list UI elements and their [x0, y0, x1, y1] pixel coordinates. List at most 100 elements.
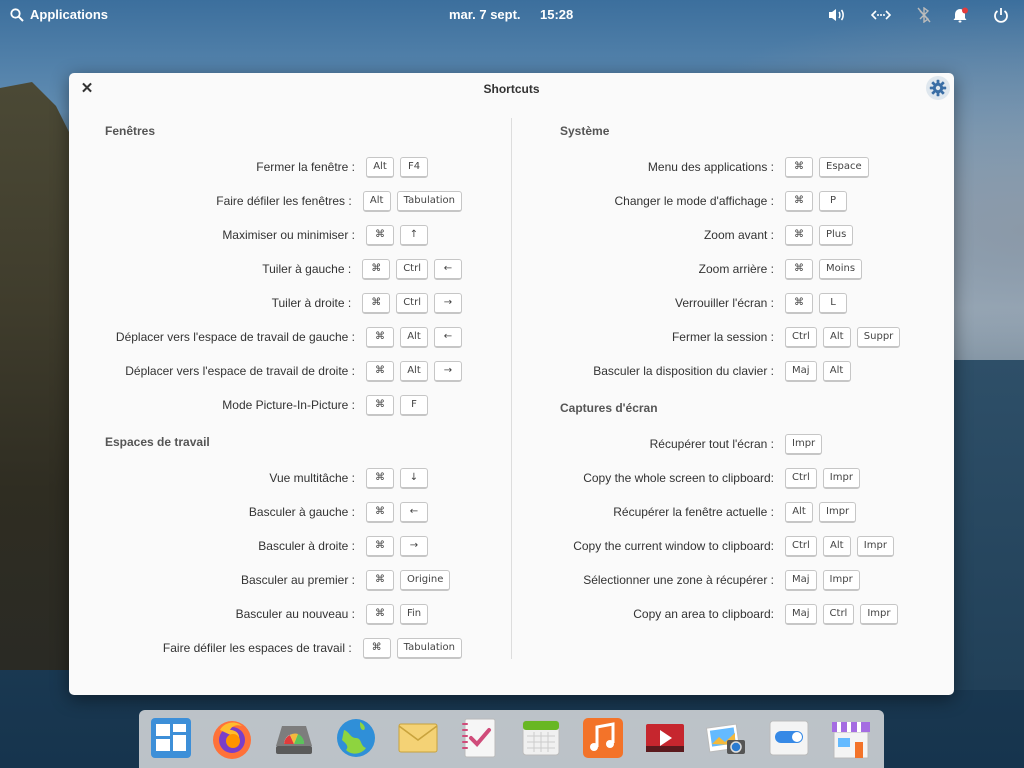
shortcut-label: Verrouiller l'écran : [675, 296, 774, 310]
key-cap: Impr [856, 535, 894, 557]
photos-icon[interactable] [705, 716, 749, 760]
videos-icon[interactable] [643, 716, 687, 760]
key-cap: ⌘ [785, 190, 813, 212]
shortcut-row: Menu des applications : ⌘ Espace [69, 155, 929, 179]
disk-usage-icon[interactable] [272, 716, 316, 760]
top-panel: Applications mar. 7 sept. 15:28 [0, 0, 1024, 30]
key-cap: ⌘ [366, 394, 394, 416]
settings-button[interactable] [926, 76, 950, 100]
shortcut-keys: Ctrl Alt Suppr [785, 326, 901, 348]
applications-label: Applications [30, 7, 109, 22]
key-cap: Impr [822, 569, 860, 591]
key-cap: Impr [785, 433, 823, 455]
key-cap: Alt [822, 326, 851, 348]
shortcut-row: Verrouiller l'écran : ⌘ L [69, 291, 929, 315]
shortcut-keys: ⌘ P [785, 190, 847, 212]
shortcut-row: Basculer la disposition du clavier : Maj A… [69, 359, 929, 383]
panel-time[interactable]: 15:28 [540, 7, 573, 22]
titlebar[interactable]: ✕ Shortcuts [69, 73, 954, 105]
shortcut-keys: Maj Impr [785, 569, 860, 591]
shortcut-row: Récupérer la fenêtre actuelle : Alt Impr [69, 500, 929, 524]
shortcut-row: Copy the current window to clipboard: Ctr… [69, 534, 929, 558]
applications-menu-button[interactable]: Applications [10, 7, 108, 22]
shortcut-label: Copy an area to clipboard: [633, 607, 774, 621]
key-cap: ⌘ [785, 292, 813, 314]
firefox-icon[interactable] [210, 716, 254, 760]
shortcut-label: Fermer la session : [671, 330, 774, 344]
key-cap: Plus [819, 224, 854, 246]
key-cap: F [400, 394, 428, 416]
shortcut-label: Copy the current window to clipboard: [573, 539, 774, 553]
wallpaper-cliff [0, 82, 80, 670]
volume-icon[interactable] [827, 5, 847, 25]
tasks-icon[interactable] [457, 716, 501, 760]
key-cap: Espace [819, 156, 869, 178]
key-cap: Impr [819, 501, 857, 523]
shortcut-keys: ⌘ Tabulation [362, 637, 462, 659]
system-settings-icon[interactable] [767, 716, 811, 760]
web-browser-icon[interactable] [334, 716, 378, 760]
key-cap: Impr [860, 603, 898, 625]
shortcut-keys: Ctrl Alt Impr [785, 535, 894, 557]
section-heading-system: Système [560, 124, 610, 138]
shortcut-keys: Maj Alt [785, 360, 851, 382]
key-cap: Ctrl [785, 467, 817, 489]
shortcut-keys: ⌘ Espace [785, 156, 869, 178]
search-icon [10, 7, 24, 22]
shortcut-keys: Maj Ctrl Impr [785, 603, 898, 625]
shortcut-label: Mode Picture-In-Picture : [222, 398, 355, 412]
key-cap: Alt [822, 535, 851, 557]
shortcut-keys: Alt Impr [785, 501, 857, 523]
key-cap: Alt [785, 501, 813, 523]
shortcut-label: Récupérer tout l'écran : [649, 437, 774, 451]
appcenter-icon[interactable] [829, 716, 873, 760]
wallpaper-sea [954, 360, 1024, 690]
shortcut-keys: Ctrl Impr [785, 467, 860, 489]
mail-icon[interactable] [396, 716, 440, 760]
key-cap: ⌘ [785, 224, 813, 246]
key-cap: Moins [819, 258, 863, 280]
key-cap: Ctrl [785, 326, 817, 348]
shortcut-label: Zoom avant : [703, 228, 774, 242]
key-cap: Ctrl [785, 535, 817, 557]
multitasking-view-icon[interactable] [149, 716, 193, 760]
shortcut-row: Copy the whole screen to clipboard: Ctrl I… [69, 466, 929, 490]
shortcut-label: Changer le mode d'affichage : [614, 194, 774, 208]
network-icon[interactable] [871, 5, 891, 25]
key-cap: ⌘ [785, 156, 813, 178]
shortcut-label: Menu des applications : [647, 160, 774, 174]
key-cap: ⌘ [362, 637, 391, 659]
shortcut-keys: ⌘ Moins [785, 258, 863, 280]
dock [139, 710, 884, 768]
panel-date[interactable]: mar. 7 sept. [449, 7, 521, 22]
shortcut-row: Fermer la session : Ctrl Alt Suppr [69, 325, 929, 349]
shortcut-row: Sélectionner une zone à récupérer : Maj Im… [69, 568, 929, 592]
shortcut-row: Mode Picture-In-Picture : ⌘ F [69, 393, 462, 417]
calendar-icon[interactable] [519, 716, 563, 760]
key-cap: Maj [785, 603, 817, 625]
music-icon[interactable] [581, 716, 625, 760]
shortcut-row: Changer le mode d'affichage : ⌘ P [69, 189, 929, 213]
section-heading-windows: Fenêtres [105, 124, 156, 138]
shortcut-label: Basculer la disposition du clavier : [593, 364, 774, 378]
key-cap: L [819, 292, 847, 314]
shortcut-keys: Impr [785, 433, 823, 455]
bluetooth-icon[interactable] [914, 5, 934, 25]
shortcut-keys: ⌘ F [366, 394, 428, 416]
section-heading-screenshots: Captures d'écran [560, 401, 658, 415]
key-cap: P [819, 190, 847, 212]
shortcut-keys: ⌘ Plus [785, 224, 854, 246]
notifications-icon[interactable] [950, 5, 970, 25]
shortcut-label: Sélectionner une zone à récupérer : [583, 573, 774, 587]
key-cap: Alt [822, 360, 851, 382]
key-cap: Maj [785, 360, 817, 382]
key-cap: Suppr [856, 326, 901, 348]
shortcut-label: Zoom arrière : [698, 262, 774, 276]
shortcut-row: Faire défiler les espaces de travail : ⌘ T… [69, 636, 462, 660]
shortcuts-window: ✕ Shortcuts Fenêtres Fermer la fenêtre:… [69, 73, 954, 695]
shortcut-label: Copy the whole screen to clipboard: [583, 471, 774, 485]
key-cap: Tabulation [396, 637, 462, 659]
power-icon[interactable] [991, 5, 1011, 25]
window-title: Shortcuts [483, 82, 540, 96]
shortcut-row: Récupérer tout l'écran : Impr [69, 432, 929, 456]
